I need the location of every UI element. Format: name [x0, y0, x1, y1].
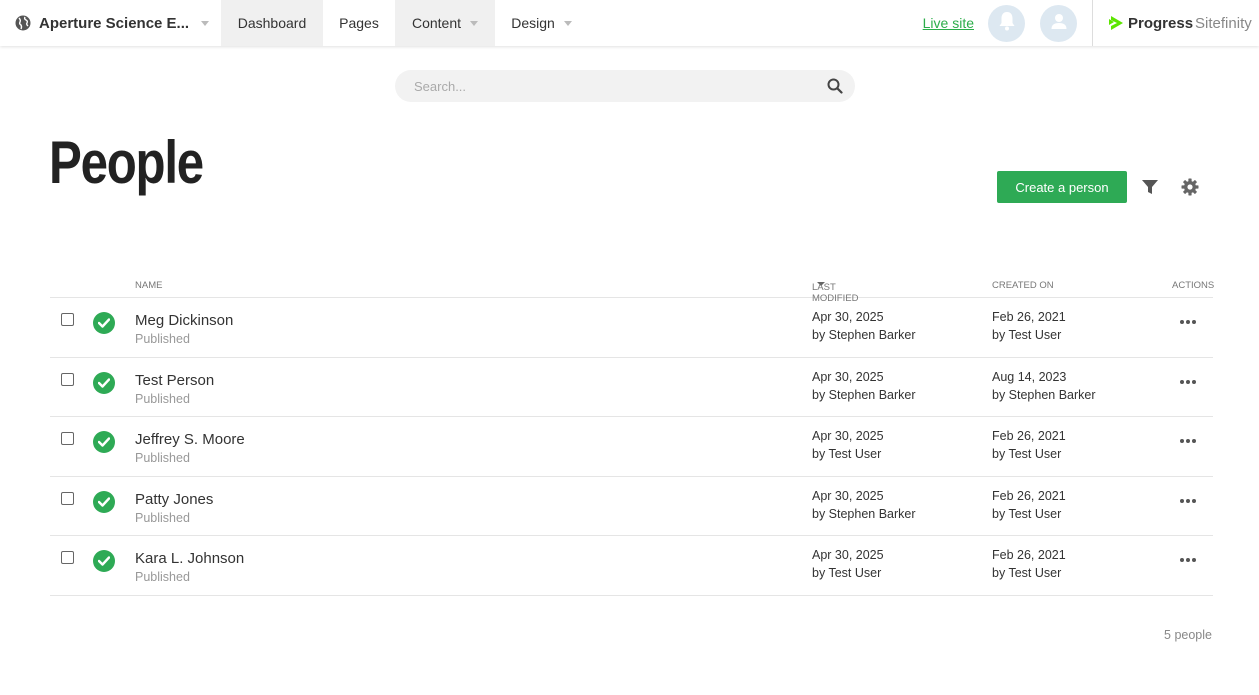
last-modified-by: by Stephen Barker — [812, 387, 916, 402]
more-actions-icon[interactable] — [1180, 554, 1196, 566]
more-actions-icon[interactable] — [1180, 316, 1196, 328]
table-row: Jeffrey S. Moore Published Apr 30, 2025 … — [50, 417, 1213, 477]
created-by: by Stephen Barker — [992, 387, 1096, 402]
created-on-date: Feb 26, 2021 — [992, 548, 1066, 563]
published-status-icon — [93, 371, 115, 394]
nav-dashboard-label: Dashboard — [237, 15, 307, 31]
live-site-link[interactable]: Live site — [923, 0, 974, 46]
created-on-date: Feb 26, 2021 — [992, 429, 1066, 444]
nav-pages[interactable]: Pages — [323, 0, 395, 46]
search-input[interactable] — [414, 78, 827, 94]
nav-dashboard[interactable]: Dashboard — [221, 0, 323, 46]
row-checkbox[interactable] — [61, 313, 74, 326]
row-checkbox[interactable] — [61, 491, 74, 505]
filter-icon[interactable] — [1141, 178, 1159, 196]
chevron-down-icon — [563, 20, 572, 26]
top-navigation-bar: Aperture Science E... Dashboard Pages Co… — [0, 0, 1259, 46]
created-on-date: Feb 26, 2021 — [992, 310, 1066, 324]
created-by: by Test User — [992, 566, 1062, 581]
search-icon[interactable] — [827, 78, 843, 94]
last-modified-date: Apr 30, 2025 — [812, 488, 884, 503]
created-on-date: Aug 14, 2023 — [992, 369, 1067, 384]
person-status: Published — [135, 510, 190, 525]
sort-desc-icon — [817, 282, 825, 286]
more-actions-icon[interactable] — [1180, 376, 1196, 388]
person-status: Published — [135, 570, 190, 585]
row-checkbox[interactable] — [61, 432, 74, 446]
chevron-down-icon — [470, 20, 479, 26]
nav-content-label: Content — [411, 15, 462, 31]
table-row: Test Person Published Apr 30, 2025 by St… — [50, 358, 1213, 418]
person-status: Published — [135, 332, 190, 346]
person-name-link[interactable]: Test Person — [135, 372, 214, 389]
last-modified-by: by Stephen Barker — [812, 506, 916, 521]
search-bar — [395, 70, 855, 102]
table-header: NAME LAST MODIFIED CREATED ON ACTIONS — [50, 278, 1215, 304]
gear-icon[interactable] — [1180, 177, 1200, 197]
person-name-link[interactable]: Kara L. Johnson — [135, 550, 244, 567]
published-status-icon — [93, 550, 115, 573]
site-name: Aperture Science E... — [39, 14, 190, 32]
user-icon — [1050, 12, 1068, 35]
item-count: 5 people — [1164, 628, 1212, 642]
table-row: Kara L. Johnson Published Apr 30, 2025 b… — [50, 536, 1213, 596]
published-status-icon — [93, 312, 115, 334]
globe-icon — [15, 15, 31, 31]
last-modified-date: Apr 30, 2025 — [812, 310, 884, 324]
site-selector[interactable]: Aperture Science E... — [0, 0, 221, 46]
row-checkbox[interactable] — [61, 551, 74, 565]
chevron-down-icon — [201, 20, 210, 26]
page-title: People — [49, 129, 204, 196]
more-actions-icon[interactable] — [1180, 495, 1196, 507]
column-header-name: NAME — [135, 280, 163, 291]
last-modified-date: Apr 30, 2025 — [812, 548, 884, 563]
bell-icon — [998, 11, 1016, 36]
people-table: NAME LAST MODIFIED CREATED ON ACTIONS Me… — [50, 278, 1215, 596]
progress-sitefinity-logo: Progress Sitefinity — [1092, 0, 1259, 46]
table-row: Patty Jones Published Apr 30, 2025 by St… — [50, 477, 1213, 537]
user-avatar-button[interactable] — [1040, 4, 1077, 42]
column-header-created-on: CREATED ON — [992, 280, 1054, 291]
more-actions-icon[interactable] — [1180, 435, 1196, 447]
logo-progress-text: Progress — [1128, 14, 1194, 32]
last-modified-date: Apr 30, 2025 — [812, 369, 884, 384]
nav-design-label: Design — [511, 15, 555, 31]
person-status: Published — [135, 391, 190, 406]
column-header-actions: ACTIONS — [1172, 280, 1215, 291]
create-person-button[interactable]: Create a person — [997, 171, 1127, 203]
last-modified-by: by Test User — [812, 447, 882, 462]
row-checkbox[interactable] — [61, 372, 74, 386]
logo-sitefinity-text: Sitefinity — [1195, 14, 1252, 32]
nav-content[interactable]: Content — [395, 0, 495, 46]
published-status-icon — [93, 431, 115, 454]
person-name-link[interactable]: Jeffrey S. Moore — [135, 431, 245, 448]
created-by: by Test User — [992, 506, 1062, 521]
created-on-date: Feb 26, 2021 — [992, 488, 1066, 503]
last-modified-by: by Test User — [812, 566, 882, 581]
table-row: Meg Dickinson Published Apr 30, 2025 by … — [50, 298, 1213, 358]
progress-logo-icon — [1109, 16, 1125, 30]
created-by: by Test User — [992, 328, 1062, 342]
person-name-link[interactable]: Meg Dickinson — [135, 312, 233, 329]
nav-design[interactable]: Design — [495, 0, 588, 46]
person-name-link[interactable]: Patty Jones — [135, 491, 213, 508]
published-status-icon — [93, 490, 115, 513]
last-modified-date: Apr 30, 2025 — [812, 429, 884, 444]
nav-pages-label: Pages — [339, 15, 379, 31]
created-by: by Test User — [992, 447, 1062, 462]
last-modified-by: by Stephen Barker — [812, 328, 916, 342]
notifications-button[interactable] — [988, 4, 1025, 42]
person-status: Published — [135, 451, 190, 466]
